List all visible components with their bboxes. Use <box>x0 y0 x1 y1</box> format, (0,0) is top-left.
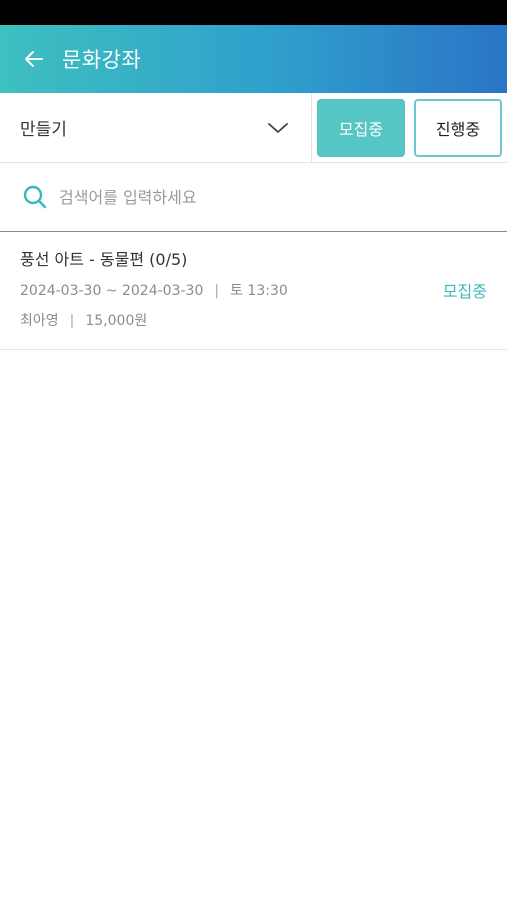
filter-bar: 만들기 모집중 진행중 <box>0 93 507 163</box>
back-button[interactable] <box>6 25 62 93</box>
meta-separator: | <box>69 313 75 329</box>
category-dropdown-label: 만들기 <box>20 120 67 140</box>
app-header: 문화강좌 <box>0 25 507 93</box>
arrow-left-icon <box>25 51 43 67</box>
course-list-item[interactable]: 풍선 아트 - 동물편 (0/5) 2024-03-30 ~ 2024-03-3… <box>0 232 507 350</box>
course-list: 풍선 아트 - 동물편 (0/5) 2024-03-30 ~ 2024-03-3… <box>0 232 507 350</box>
search-input[interactable] <box>59 177 507 217</box>
search-bar <box>0 163 507 232</box>
category-dropdown[interactable]: 만들기 <box>0 93 312 162</box>
meta-separator: | <box>214 283 220 299</box>
page-title: 문화강좌 <box>62 48 142 72</box>
status-bar <box>0 0 507 25</box>
chevron-down-icon <box>268 122 288 133</box>
recruiting-filter-button[interactable]: 모집중 <box>317 99 405 157</box>
course-schedule: 2024-03-30 ~ 2024-03-30 | 토 13:30 <box>20 280 487 302</box>
in-progress-filter-button[interactable]: 진행중 <box>414 99 502 157</box>
course-price: 15,000원 <box>85 313 148 329</box>
course-status-badge: 모집중 <box>442 282 487 301</box>
course-instructor: 최아영 <box>20 313 59 329</box>
course-date-range: 2024-03-30 ~ 2024-03-30 <box>20 283 204 299</box>
course-instructor-price: 최아영 | 15,000원 <box>20 310 487 332</box>
course-time: 토 13:30 <box>230 283 288 299</box>
course-title: 풍선 아트 - 동물편 (0/5) <box>20 250 188 269</box>
search-icon[interactable] <box>20 182 50 212</box>
